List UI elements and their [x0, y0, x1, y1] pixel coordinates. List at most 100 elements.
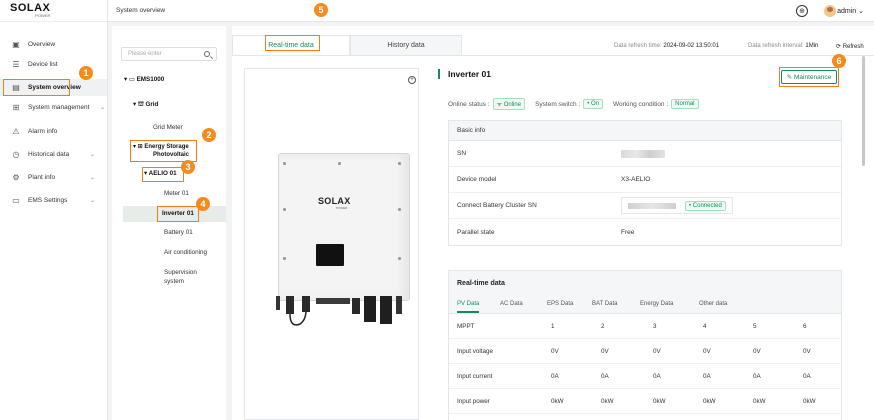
- cell: 0V: [551, 348, 559, 355]
- sidebar-item-plant-info[interactable]: ⚙ Plant info ⌄: [0, 169, 107, 186]
- alarm-icon: ⚠: [12, 127, 20, 136]
- cell: 0V: [601, 348, 609, 355]
- inverter-connectors: [276, 296, 402, 326]
- tree-node-battery[interactable]: Battery 01: [164, 229, 193, 236]
- screw: [398, 162, 401, 165]
- tree-node-meter[interactable]: Meter 01: [164, 190, 189, 197]
- cell: 0kW: [653, 398, 666, 405]
- basic-info-card: Basic info SN Device model X3-AELIO Conn…: [448, 120, 842, 246]
- plant-info-icon: ⚙: [12, 173, 20, 182]
- chevron-down-icon: ⌄: [89, 152, 95, 158]
- refresh-interval: Data refresh interval: 1Min: [748, 43, 818, 49]
- cell: 0kW: [601, 398, 614, 405]
- top-bar: System overview ⊕ admin ⌄: [108, 0, 874, 22]
- tree-node-air-conditioning[interactable]: Air conditioning: [164, 249, 207, 256]
- annotation-marker-4: 4: [196, 197, 210, 211]
- sidebar-item-ems-settings[interactable]: ▭ EMS Settings ⌄: [0, 192, 107, 209]
- tab-history-data[interactable]: History data: [350, 35, 462, 55]
- cell: 3: [653, 323, 657, 330]
- table-row: Input power 0kW 0kW 0kW 0kW 0kW 0kW: [449, 389, 841, 414]
- annotation-marker-3: 3: [181, 160, 195, 174]
- battery-cluster-label: Connect Battery Cluster SN: [457, 202, 537, 209]
- refresh-time-label: Data refresh time:: [614, 43, 662, 49]
- basic-info-header: Basic info: [449, 121, 841, 141]
- user-menu[interactable]: admin ⌄: [837, 7, 864, 15]
- parallel-value: Free: [621, 228, 635, 236]
- screw: [398, 208, 401, 211]
- sidebar-item-system-management[interactable]: ⊞ System management ⌄: [0, 99, 107, 116]
- history-icon: ◷: [12, 150, 20, 159]
- annotation-box-2: [130, 140, 197, 162]
- cell: 4: [703, 323, 707, 330]
- annotation-marker-2: 2: [202, 128, 216, 142]
- cell: 0V: [703, 348, 711, 355]
- table-row: MPPT 1 2 3 4 5 6: [449, 314, 841, 339]
- system-switch-label: System switch :: [535, 100, 581, 108]
- language-globe-icon[interactable]: ⊕: [796, 5, 808, 17]
- tree-node-grid-meter[interactable]: Grid Meter: [153, 124, 183, 131]
- device-tree-panel: Please enter: [112, 26, 226, 420]
- cell: 0V: [753, 348, 761, 355]
- battery-cluster-box: • Connected: [621, 197, 733, 214]
- cell: 0A: [803, 373, 811, 380]
- tab-ac-data[interactable]: AC Data: [500, 301, 523, 307]
- search-input[interactable]: Please enter: [121, 47, 217, 61]
- sidebar-item-overview[interactable]: ▣ Overview: [0, 36, 107, 53]
- tree-node-grid[interactable]: ▾ ⛫ Grid: [133, 101, 158, 109]
- avatar[interactable]: [824, 5, 836, 17]
- tab-energy-data[interactable]: Energy Data: [640, 301, 673, 307]
- cell: 0A: [601, 373, 609, 380]
- refresh-time: Data refresh time: 2024-09-02 13:50:01: [614, 43, 719, 49]
- sidebar-item-label: EMS Settings: [28, 197, 68, 204]
- sidebar-item-label: Plant info: [28, 174, 56, 181]
- status-row: Online status : ᯤ Online System switch :…: [448, 98, 699, 110]
- cell: 0kW: [753, 398, 766, 405]
- tab-other-data[interactable]: Other data: [699, 301, 727, 307]
- tab-pv-data[interactable]: PV Data: [457, 301, 480, 313]
- cell: 0A: [551, 373, 559, 380]
- sidebar-item-alarm-info[interactable]: ⚠ Alarm info: [0, 123, 107, 140]
- table-row: Input current 0A 0A 0A 0A 0A 0A: [449, 364, 841, 389]
- sidebar-item-label: Alarm info: [28, 128, 58, 135]
- scrollbar[interactable]: [862, 56, 865, 166]
- battery-sn-blurred: [628, 202, 676, 209]
- device-title: Inverter 01: [438, 69, 491, 79]
- sidebar-item-label: Overview: [28, 41, 56, 48]
- model-value: X3-AELIO: [621, 176, 651, 183]
- device-list-icon: ☰: [12, 60, 20, 69]
- tree-node-ems[interactable]: ▾ ▭ EMS1000: [124, 76, 164, 83]
- zoom-in-icon[interactable]: +: [408, 76, 416, 84]
- info-row-parallel: Parallel state Free: [449, 219, 841, 245]
- sidebar-item-historical-data[interactable]: ◷ Historical data ⌄: [0, 146, 107, 163]
- system-management-icon: ⊞: [12, 103, 20, 112]
- tree-node-supervision[interactable]: Supervision: [164, 269, 197, 276]
- chevron-down-icon: ⌄: [99, 105, 105, 111]
- cell: 0V: [803, 348, 811, 355]
- screw: [338, 162, 341, 165]
- solax-logo[interactable]: SOLAX POWER: [0, 0, 107, 22]
- cell: 0kW: [551, 398, 564, 405]
- screw: [398, 257, 401, 260]
- realtime-data-card: Real-time data PV Data AC Data EPS Data …: [448, 270, 842, 420]
- screw: [283, 162, 286, 165]
- refresh-button[interactable]: ⟳ Refresh: [836, 43, 864, 50]
- system-switch-badge: • On: [583, 99, 603, 109]
- cell: 0V: [653, 348, 661, 355]
- info-row-sn: SN: [449, 141, 841, 167]
- info-row-battery-cluster: Connect Battery Cluster SN • Connected: [449, 193, 841, 219]
- working-condition-label: Working condition :: [613, 100, 669, 108]
- refresh-interval-value: 1Min: [805, 43, 819, 49]
- annotation-box-6: [779, 67, 839, 87]
- refresh-time-value: 2024-09-02 13:50:01: [663, 43, 720, 49]
- parallel-label: Parallel state: [457, 228, 495, 236]
- tab-eps-data[interactable]: EPS Data: [547, 301, 573, 307]
- annotation-box-5: [265, 35, 320, 51]
- sn-label: SN: [457, 150, 467, 157]
- search-icon[interactable]: [204, 51, 210, 57]
- ems-settings-icon: ▭: [12, 196, 20, 205]
- inverter-logo: SOLAX: [318, 196, 351, 206]
- cell: 0A: [653, 373, 661, 380]
- tree-node-supervision-system[interactable]: system: [164, 278, 184, 285]
- overview-icon: ▣: [12, 40, 20, 49]
- tab-bat-data[interactable]: BAT Data: [592, 301, 617, 307]
